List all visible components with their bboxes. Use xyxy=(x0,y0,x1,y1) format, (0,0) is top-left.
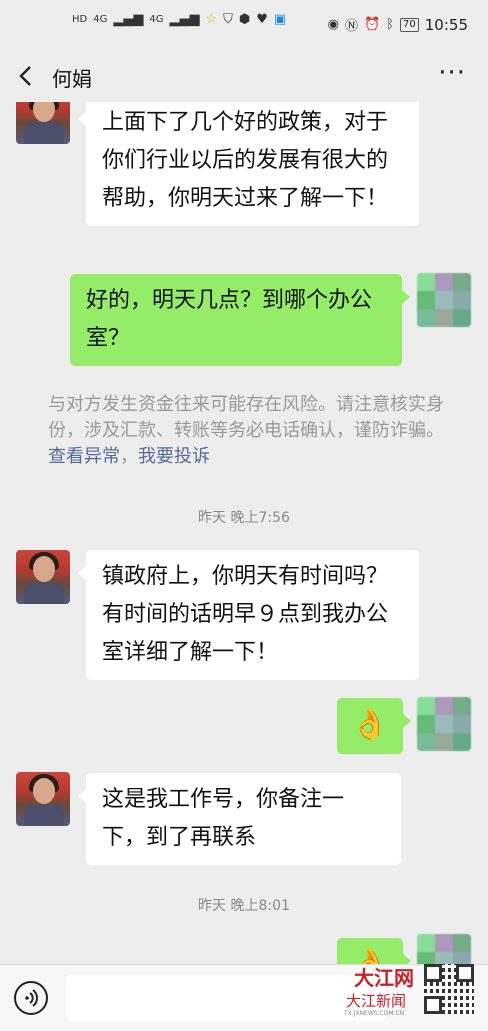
heart-icon: ♥ xyxy=(256,12,268,27)
message-text: 镇政府上，你明天有时间吗？有时间的话明早９点到我办公室详细了解一下！ xyxy=(102,564,389,665)
my-avatar[interactable] xyxy=(417,697,471,751)
badge-icon: ⬢ xyxy=(238,12,251,27)
warning-link-view-abnormal[interactable]: 查看异常 xyxy=(48,446,120,467)
message-text: 上面下了几个好的政策，对于你们行业以后的发展有很大的帮助，你明天过来了解一下！ xyxy=(102,110,389,211)
contact-avatar[interactable] xyxy=(16,550,70,604)
message-bubble-left[interactable]: 这是我工作号，你备注一下，到了再联系 xyxy=(78,773,401,865)
chat-header: 何娟 ··· xyxy=(0,50,488,102)
ok-hand-emoji: 👌 xyxy=(351,707,389,742)
risk-warning-notice: 与对方发生资金往来可能存在风险。请注意核实身份，涉及汇款、转账等务必电话确认，谨… xyxy=(48,392,448,470)
watermark-sub: TX.JXNEWS.COM.CN xyxy=(344,1010,405,1017)
warning-link-report[interactable]: 我要投诉 xyxy=(138,446,210,467)
shield-icon: ⛉ xyxy=(223,12,233,27)
network-4g-1: 4G xyxy=(93,14,108,25)
contact-avatar[interactable] xyxy=(16,772,70,826)
message-bubble-left[interactable]: 镇政府上，你明天有时间吗？有时间的话明早９点到我办公室详细了解一下！ xyxy=(78,550,419,680)
watermark-line1: 大江网 xyxy=(354,966,414,990)
warning-separator: ， xyxy=(120,446,138,467)
status-left: HD 4G ▂▄▆ 4G ▂▄▆ ☆ ⛉ ⬢ ♥ ▣ xyxy=(72,12,286,27)
nfc-icon: Ⓝ xyxy=(345,19,359,34)
message-timestamp: 昨天 晚上8:01 xyxy=(198,898,290,914)
back-arrow-icon[interactable] xyxy=(16,64,36,88)
battery-icon: 70 xyxy=(400,17,419,32)
news-watermark-logo: 大江网 大江新闻 TX.JXNEWS.COM.CN xyxy=(336,960,426,1020)
status-bar: HD 4G ▂▄▆ 4G ▂▄▆ ☆ ⛉ ⬢ ♥ ▣ ◉ Ⓝ ⏰ ᛒ 70 10… xyxy=(0,0,488,50)
signal-icon-1: ▂▄▆ xyxy=(113,12,144,27)
signal-icon-2: ▂▄▆ xyxy=(169,12,200,27)
message-bubble-right[interactable]: 好的，明天几点？到哪个办公室？ xyxy=(70,274,410,366)
app-icon: ▣ xyxy=(273,12,287,27)
my-avatar[interactable] xyxy=(417,273,471,327)
chat-title: 何娟 xyxy=(52,67,92,91)
watermark-line2: 大江新闻 xyxy=(346,992,407,1010)
message-timestamp: 昨天 晚上7:56 xyxy=(198,510,290,526)
status-time: 10:55 xyxy=(424,15,468,34)
more-options-icon[interactable]: ··· xyxy=(438,58,466,88)
status-right: ◉ Ⓝ ⏰ ᛒ 70 10:55 xyxy=(327,15,468,35)
warning-text: 与对方发生资金往来可能存在风险。请注意核实身份，涉及汇款、转账等务必电话确认，谨… xyxy=(48,394,444,441)
eye-icon: ◉ xyxy=(327,17,340,32)
qr-code xyxy=(424,964,474,1014)
star-icon: ☆ xyxy=(205,12,218,27)
message-text: 好的，明天几点？到哪个办公室？ xyxy=(86,288,373,351)
alarm-icon: ⏰ xyxy=(364,17,381,32)
message-bubble-left[interactable]: 上面下了几个好的政策，对于你们行业以后的发展有很大的帮助，你明天过来了解一下！ xyxy=(78,102,419,226)
hd-badge-1: HD xyxy=(72,14,88,25)
message-bubble-right-emoji[interactable]: 👌 xyxy=(337,698,411,754)
bluetooth-icon: ᛒ xyxy=(386,17,395,32)
voice-input-icon[interactable] xyxy=(14,981,48,1015)
network-4g-2: 4G xyxy=(149,14,164,25)
chat-area[interactable]: 上面下了几个好的政策，对于你们行业以后的发展有很大的帮助，你明天过来了解一下！ … xyxy=(0,102,488,964)
message-text: 这是我工作号，你备注一下，到了再联系 xyxy=(102,787,345,850)
contact-avatar[interactable] xyxy=(16,102,70,144)
